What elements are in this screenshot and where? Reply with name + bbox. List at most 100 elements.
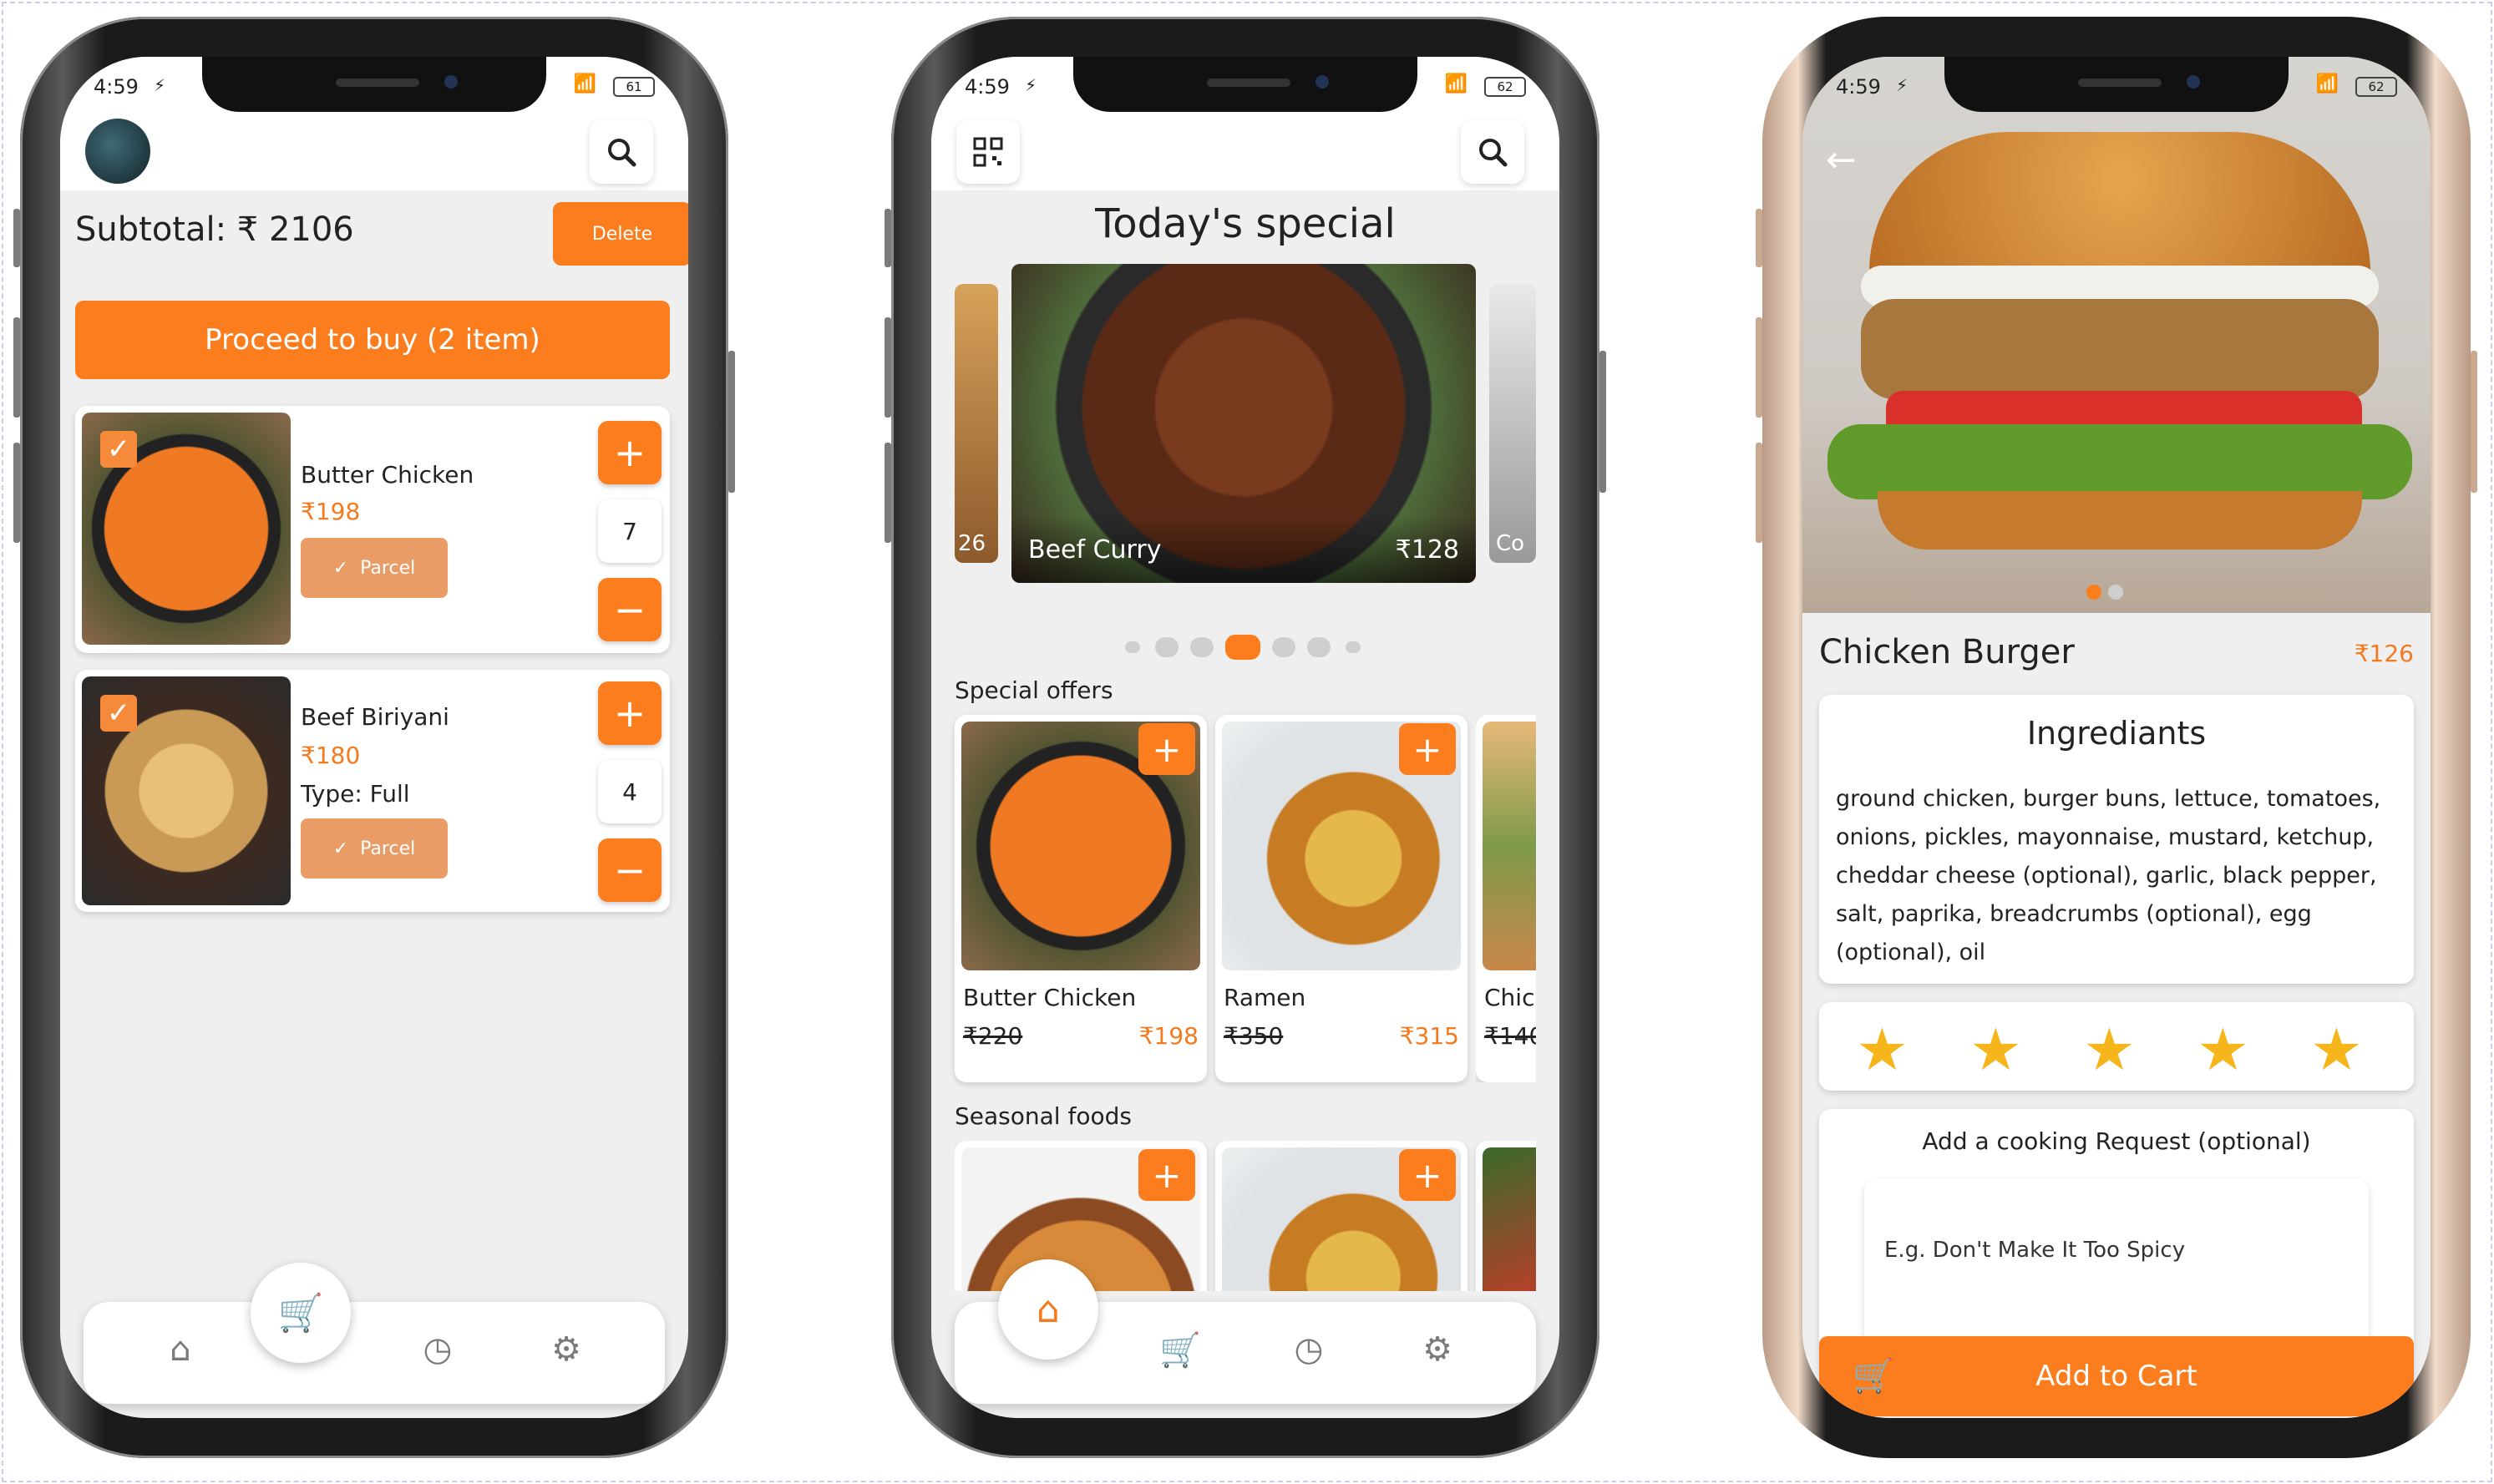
star-icon[interactable]: ★ bbox=[2083, 1016, 2136, 1084]
parcel-label: Parcel bbox=[360, 557, 416, 579]
star-icon[interactable]: ★ bbox=[1969, 1016, 2022, 1084]
image-dot-active[interactable] bbox=[2086, 585, 2101, 600]
history-icon[interactable]: ◷ bbox=[1275, 1330, 1342, 1369]
offer-card[interactable]: + Butter Chicken ₹220 ₹198 bbox=[955, 715, 1207, 1082]
check-icon[interactable]: ✓ bbox=[100, 431, 137, 468]
search-icon bbox=[1479, 139, 1508, 167]
chicken-image bbox=[1483, 722, 1536, 970]
home-icon[interactable]: ⌂ bbox=[998, 1259, 1098, 1360]
parcel-toggle[interactable]: ✓ Parcel bbox=[301, 818, 448, 879]
cart-item: ✓ Butter Chicken ₹198 ✓ Parcel + 7 − bbox=[75, 406, 670, 653]
carousel-prev-label: 26 bbox=[958, 531, 986, 556]
section-title: Special offers bbox=[955, 676, 1113, 704]
side-button bbox=[1756, 317, 1762, 418]
carousel-dot[interactable] bbox=[1307, 637, 1331, 657]
carousel-dot[interactable] bbox=[1346, 641, 1361, 653]
cart-icon[interactable]: 🛒 bbox=[251, 1263, 351, 1363]
subtotal-text: Subtotal: ₹ 2106 bbox=[75, 210, 354, 249]
star-icon[interactable]: ★ bbox=[1856, 1016, 1909, 1084]
ingredients-text: ground chicken, burger buns, lettuce, to… bbox=[1836, 786, 2381, 965]
add-to-cart-button[interactable]: + bbox=[1138, 723, 1195, 775]
increase-qty-button[interactable]: + bbox=[598, 681, 662, 745]
charging-icon: ⚡ bbox=[154, 75, 166, 95]
history-icon[interactable]: ◷ bbox=[404, 1330, 471, 1369]
carousel-main-card[interactable]: Beef Curry ₹128 bbox=[1011, 264, 1476, 583]
food-image bbox=[1483, 1147, 1536, 1291]
search-button[interactable] bbox=[590, 120, 653, 184]
plus-icon: + bbox=[1412, 1154, 1442, 1196]
increase-qty-button[interactable]: + bbox=[598, 421, 662, 484]
parcel-toggle[interactable]: ✓ Parcel bbox=[301, 538, 448, 598]
parcel-label: Parcel bbox=[360, 838, 416, 859]
status-time: 4:59 bbox=[965, 75, 1010, 99]
status-time: 4:59 bbox=[94, 75, 139, 99]
qr-scan-button[interactable] bbox=[956, 120, 1020, 184]
avatar[interactable] bbox=[85, 119, 150, 184]
minus-icon: − bbox=[613, 848, 646, 893]
carousel-prev-card[interactable]: 26 bbox=[955, 284, 998, 563]
quantity-value: 7 bbox=[598, 499, 662, 563]
ingredients-title: Ingrediants bbox=[2026, 715, 2207, 752]
item-type: Type: Full bbox=[301, 780, 410, 808]
carousel-item-name: Beef Curry bbox=[1028, 535, 1162, 565]
cooking-request-input[interactable]: E.g. Don't Make It Too Spicy bbox=[1864, 1179, 2369, 1363]
seasonal-card[interactable] bbox=[1476, 1141, 1536, 1291]
add-to-cart-button[interactable]: 🛒 Add to Cart bbox=[1819, 1336, 2414, 1416]
image-dot[interactable] bbox=[2108, 585, 2123, 600]
side-button bbox=[2471, 351, 2477, 493]
offer-name: Chic bbox=[1484, 984, 1535, 1011]
add-to-cart-button[interactable]: + bbox=[1138, 1149, 1195, 1201]
side-button bbox=[885, 317, 891, 418]
offer-card[interactable]: Chic ₹140 bbox=[1476, 715, 1536, 1082]
battery-icon: 61 bbox=[613, 77, 655, 97]
carousel-next-card[interactable]: Co bbox=[1489, 284, 1536, 563]
carousel-dot[interactable] bbox=[1125, 641, 1140, 653]
ingredients-card: Ingrediants ground chicken, burger buns,… bbox=[1819, 695, 2414, 984]
delete-button[interactable]: Delete bbox=[553, 202, 688, 266]
settings-icon[interactable]: ⚙ bbox=[1404, 1330, 1471, 1369]
item-name: Beef Biriyani bbox=[301, 703, 449, 731]
phone-detail: 4:59 ⚡ 📶 62 ← Chicken Burger ₹126 Ingred… bbox=[1756, 17, 2477, 1458]
detail-screen: 4:59 ⚡ 📶 62 ← Chicken Burger ₹126 Ingred… bbox=[1802, 57, 2431, 1418]
offer-price: ₹315 bbox=[1399, 1022, 1459, 1050]
offer-name: Ramen bbox=[1224, 984, 1306, 1011]
add-to-cart-button[interactable]: + bbox=[1399, 723, 1456, 775]
minus-icon: − bbox=[613, 587, 646, 632]
side-button bbox=[13, 209, 20, 267]
seasonal-card[interactable]: + bbox=[1215, 1141, 1468, 1291]
check-icon: ✓ bbox=[332, 838, 349, 859]
star-icon[interactable]: ★ bbox=[2310, 1016, 2363, 1084]
decrease-qty-button[interactable]: − bbox=[598, 838, 662, 902]
side-button bbox=[728, 351, 735, 493]
offer-card[interactable]: + Ramen ₹350 ₹315 bbox=[1215, 715, 1468, 1082]
carousel-item-price: ₹128 bbox=[1395, 535, 1459, 565]
cart-item: ✓ Beef Biriyani ₹180 Type: Full ✓ Parcel … bbox=[75, 670, 670, 912]
carousel-dot[interactable] bbox=[1190, 637, 1214, 657]
charging-icon: ⚡ bbox=[1896, 75, 1909, 95]
side-button bbox=[885, 443, 891, 543]
wifi-icon: 📶 bbox=[2315, 73, 2339, 94]
cart-icon[interactable]: 🛒 bbox=[1147, 1330, 1214, 1370]
carousel-dot[interactable] bbox=[1155, 637, 1179, 657]
settings-icon[interactable]: ⚙ bbox=[533, 1330, 600, 1369]
phone-cart: 4:59 ⚡ 📶 61 Subtotal: ₹ 2106 Delete Proc… bbox=[13, 17, 735, 1458]
status-time: 4:59 bbox=[1836, 75, 1881, 99]
decrease-qty-button[interactable]: − bbox=[598, 578, 662, 641]
plus-icon: + bbox=[613, 691, 646, 736]
status-bar: 4:59 ⚡ 📶 61 bbox=[60, 73, 688, 107]
qr-scan-icon bbox=[973, 137, 1003, 167]
home-icon[interactable]: ⌂ bbox=[147, 1330, 214, 1369]
check-icon[interactable]: ✓ bbox=[100, 695, 137, 732]
star-icon[interactable]: ★ bbox=[2197, 1016, 2249, 1084]
offer-price: ₹198 bbox=[1138, 1022, 1199, 1050]
item-price: ₹198 bbox=[301, 498, 361, 525]
patty-layer bbox=[1861, 299, 2379, 399]
seasonal-card[interactable]: + bbox=[955, 1141, 1207, 1291]
carousel-dot-active[interactable] bbox=[1225, 635, 1260, 660]
proceed-to-buy-button[interactable]: Proceed to buy (2 item) bbox=[75, 301, 670, 379]
back-arrow-icon[interactable]: ← bbox=[1826, 139, 1857, 181]
search-button[interactable] bbox=[1461, 120, 1524, 184]
carousel-dot[interactable] bbox=[1272, 637, 1295, 657]
add-to-cart-button[interactable]: + bbox=[1399, 1149, 1456, 1201]
side-button bbox=[1599, 351, 1606, 493]
